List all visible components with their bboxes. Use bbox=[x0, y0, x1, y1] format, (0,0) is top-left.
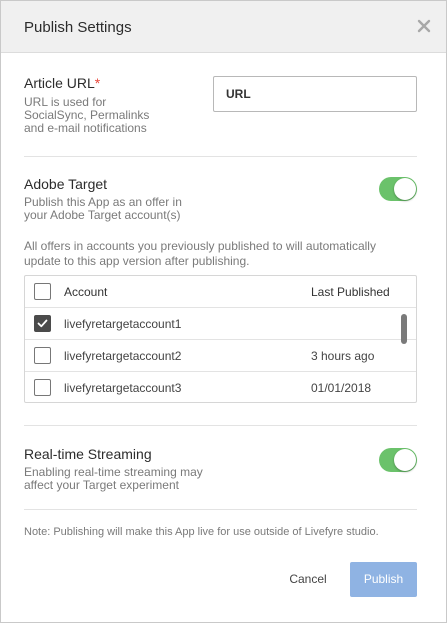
publish-settings-dialog: Publish Settings Article URL* URL is use… bbox=[0, 0, 447, 623]
dialog-title: Publish Settings bbox=[24, 19, 132, 36]
account-name: livefyretargetaccount2 bbox=[64, 349, 182, 363]
toggle-knob bbox=[394, 449, 416, 471]
close-icon[interactable] bbox=[414, 16, 434, 36]
toggle-knob bbox=[394, 178, 416, 200]
table-row[interactable]: livefyretargetaccount1 bbox=[25, 308, 416, 340]
article-url-input[interactable] bbox=[213, 76, 417, 112]
required-mark: * bbox=[94, 75, 101, 91]
table-scrollbar[interactable] bbox=[401, 314, 407, 344]
row-checkbox[interactable] bbox=[34, 379, 51, 396]
help-line: your Adobe Target account(s) bbox=[24, 208, 181, 222]
table-header-row: Account Last Published bbox=[25, 276, 416, 308]
realtime-streaming-help: Enabling real-time streaming may affect … bbox=[24, 466, 203, 492]
help-line: affect your Target experiment bbox=[24, 478, 179, 492]
divider bbox=[24, 425, 417, 426]
realtime-streaming-toggle[interactable] bbox=[379, 448, 417, 472]
row-checkbox[interactable] bbox=[34, 315, 51, 332]
dialog-header: Publish Settings bbox=[1, 1, 446, 53]
adobe-target-info: All offers in accounts you previously pu… bbox=[24, 239, 376, 269]
adobe-target-help: Publish this App as an offer in your Ado… bbox=[24, 196, 182, 222]
select-all-checkbox[interactable] bbox=[34, 283, 51, 300]
table-row[interactable]: livefyretargetaccount2 3 hours ago bbox=[25, 340, 416, 372]
info-line: All offers in accounts you previously pu… bbox=[24, 239, 376, 253]
help-line: and e-mail notifications bbox=[24, 121, 147, 135]
article-url-help: URL is used for SocialSync, Permalinks a… bbox=[24, 96, 149, 135]
last-published: 3 hours ago bbox=[311, 349, 375, 363]
last-published: 01/01/2018 bbox=[311, 381, 372, 395]
divider bbox=[24, 509, 417, 510]
account-name: livefyretargetaccount1 bbox=[64, 317, 182, 331]
table-row[interactable]: livefyretargetaccount3 01/01/2018 bbox=[25, 372, 416, 402]
info-line: update to this app version after publish… bbox=[24, 254, 250, 268]
article-url-label: Article URL* bbox=[24, 75, 101, 91]
divider bbox=[24, 156, 417, 157]
realtime-streaming-label: Real-time Streaming bbox=[24, 446, 152, 462]
row-checkbox[interactable] bbox=[34, 347, 51, 364]
accounts-table: Account Last Published livefyretargetacc… bbox=[24, 275, 417, 403]
adobe-target-label: Adobe Target bbox=[24, 176, 108, 192]
cancel-button[interactable]: Cancel bbox=[277, 568, 339, 590]
publish-note: Note: Publishing will make this App live… bbox=[24, 526, 379, 538]
account-column-header: Account bbox=[64, 285, 108, 299]
account-name: livefyretargetaccount3 bbox=[64, 381, 182, 395]
last-published-column-header: Last Published bbox=[311, 285, 390, 299]
publish-button[interactable]: Publish bbox=[350, 562, 417, 597]
check-icon bbox=[37, 319, 48, 328]
adobe-target-toggle[interactable] bbox=[379, 177, 417, 201]
